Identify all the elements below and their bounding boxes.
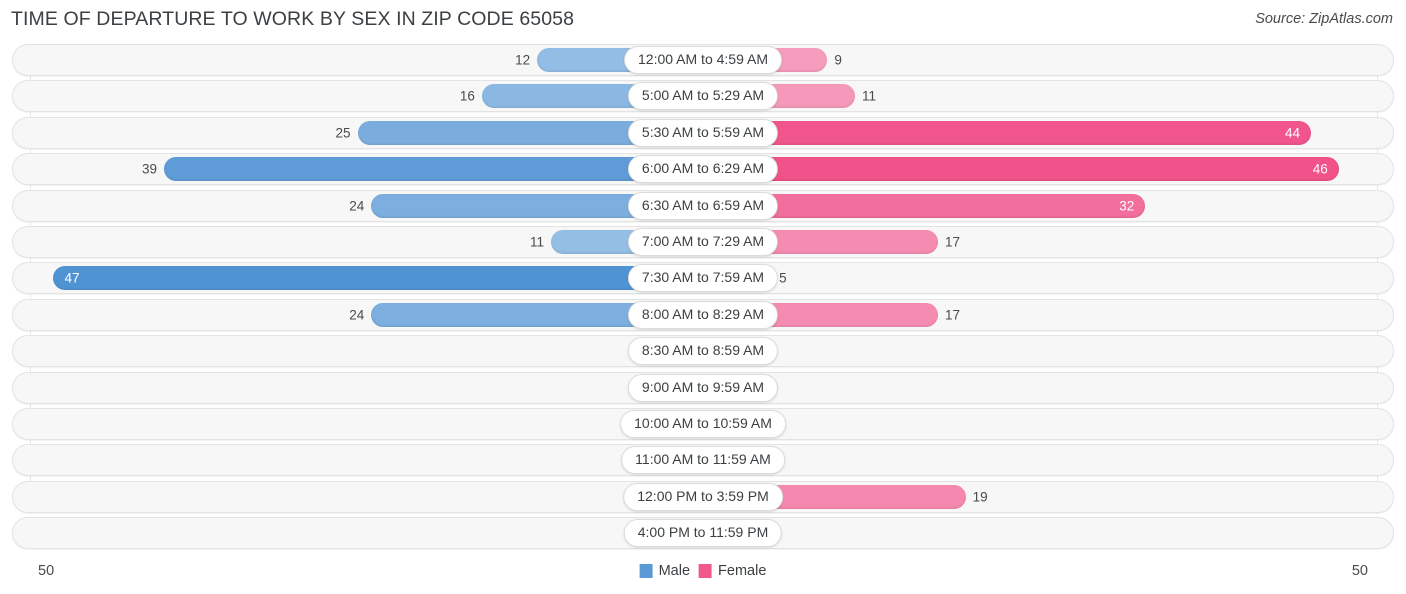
female-value-label: 32 — [1119, 197, 1135, 213]
chart-header: TIME OF DEPARTURE TO WORK BY SEX IN ZIP … — [0, 0, 1406, 40]
table-row: 008:30 AM to 8:59 AM — [12, 335, 1394, 368]
female-value-label: 46 — [1312, 161, 1328, 177]
table-row: 11 17 7:00 AM to 7:29 AM — [12, 225, 1394, 258]
table-row: 24 17 8:00 AM to 8:29 AM — [12, 298, 1394, 331]
axis-label-right: 50 — [1351, 563, 1368, 579]
male-value-label: 16 — [459, 88, 475, 104]
female-color-swatch-icon — [699, 564, 713, 578]
table-row: 0011:00 AM to 11:59 AM — [12, 444, 1394, 477]
table-row: 12 9 12:00 AM to 4:59 AM — [12, 44, 1394, 76]
axis-label-left: 50 — [38, 563, 55, 579]
male-bar[interactable]: 39 — [142, 157, 703, 182]
male-value-label: 11 — [529, 234, 544, 250]
category-label: 8:30 AM to 8:59 AM — [627, 337, 779, 366]
table-row: 24 32 6:30 AM to 6:59 AM — [12, 189, 1394, 222]
male-value-label: 24 — [349, 197, 365, 213]
female-value-label: 5 — [779, 270, 787, 286]
page-title: TIME OF DEPARTURE TO WORK BY SEX IN ZIP … — [11, 8, 575, 30]
male-value-label: 12 — [515, 52, 531, 68]
female-bar[interactable]: 44 — [703, 120, 1312, 145]
category-label: 7:30 AM to 7:59 AM — [627, 264, 779, 293]
female-value-label: 11 — [862, 88, 877, 104]
table-row: 16 11 5:00 AM to 5:29 AM — [12, 80, 1394, 113]
table-row: 47 5 7:30 AM to 7:59 AM — [12, 262, 1394, 295]
chart-footer: 50 50 Male Female — [0, 554, 1406, 594]
female-value-label: 17 — [944, 306, 960, 322]
category-label: 7:00 AM to 7:29 AM — [627, 227, 779, 256]
female-value-label: 17 — [944, 234, 960, 250]
male-value-label: 39 — [142, 161, 158, 177]
category-label: 9:00 AM to 9:59 AM — [627, 373, 779, 402]
category-label: 10:00 AM to 10:59 AM — [620, 409, 786, 438]
table-row: 009:00 AM to 9:59 AM — [12, 371, 1394, 404]
female-value-label: 9 — [834, 52, 842, 68]
male-value-label: 24 — [349, 306, 365, 322]
male-value-label: 47 — [64, 270, 80, 286]
bar-rows-container: 12 9 12:00 AM to 4:59 AM 16 11 5:00 AM to 5:2… — [0, 44, 1406, 553]
table-row: 024:00 PM to 11:59 PM — [12, 517, 1394, 550]
chart-plot-area: 12 9 12:00 AM to 4:59 AM 16 11 5:00 AM to 5:2… — [0, 44, 1406, 552]
female-value-label: 44 — [1285, 125, 1301, 141]
category-label: 6:30 AM to 6:59 AM — [627, 191, 779, 220]
category-label: 5:00 AM to 5:29 AM — [627, 82, 779, 111]
legend-item-female[interactable]: Female — [699, 563, 766, 579]
category-label: 12:00 AM to 4:59 AM — [624, 46, 782, 74]
table-row: 0010:00 AM to 10:59 AM — [12, 407, 1394, 440]
table-row: 21912:00 PM to 3:59 PM — [12, 480, 1394, 513]
legend-label-female: Female — [718, 563, 767, 579]
male-value-label: 25 — [335, 125, 351, 141]
female-bar[interactable]: 46 — [703, 157, 1339, 182]
table-row: 25 44 5:30 AM to 5:59 AM — [12, 116, 1394, 149]
category-label: 4:00 PM to 11:59 PM — [623, 519, 783, 548]
female-value-label: 19 — [972, 488, 988, 504]
source-attribution: Source: ZipAtlas.com — [1255, 11, 1393, 27]
category-label: 11:00 AM to 11:59 AM — [621, 446, 785, 475]
legend-label-male: Male — [658, 563, 691, 579]
male-bar[interactable]: 47 — [53, 266, 703, 291]
male-color-swatch-icon — [639, 564, 653, 578]
chart-legend: Male Female — [639, 563, 766, 579]
legend-item-male[interactable]: Male — [639, 563, 691, 579]
category-label: 8:00 AM to 8:29 AM — [627, 300, 779, 329]
category-label: 12:00 PM to 3:59 PM — [623, 482, 783, 511]
category-label: 5:30 AM to 5:59 AM — [627, 118, 779, 147]
category-label: 6:00 AM to 6:29 AM — [627, 155, 779, 184]
table-row: 39 46 6:00 AM to 6:29 AM — [12, 153, 1394, 186]
